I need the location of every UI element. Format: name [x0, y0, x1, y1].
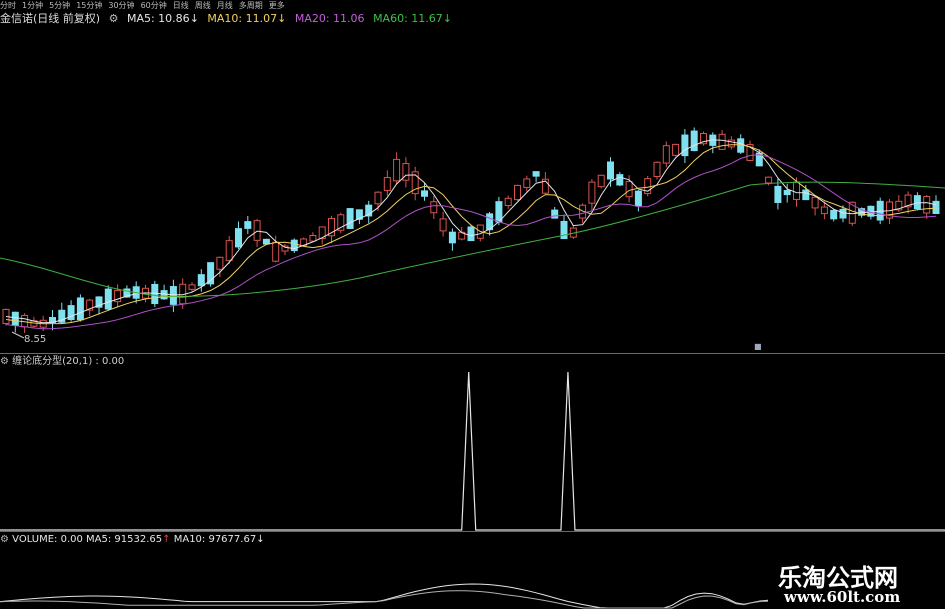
candle-body [104, 288, 112, 310]
candle-body [244, 221, 252, 229]
candle-body [662, 145, 670, 164]
candle-body [393, 158, 401, 182]
candle-body [439, 218, 447, 232]
fractal-signal-line [0, 371, 945, 531]
candle-body [625, 181, 633, 198]
candle-body [923, 196, 931, 214]
candle-body [607, 161, 614, 180]
candle-body [188, 284, 196, 290]
low-marker-line [11, 331, 25, 339]
candle-body [774, 185, 782, 203]
candle-body [597, 174, 605, 188]
candle-body [504, 197, 512, 207]
candle-body [272, 241, 280, 262]
candle-body [523, 178, 531, 188]
candle-body [169, 286, 177, 305]
candle-body [448, 231, 456, 244]
candle-body [253, 220, 261, 241]
fractal-indicator-chart[interactable] [0, 352, 945, 532]
candle-body [588, 181, 596, 204]
candle-body [309, 234, 317, 242]
candle-body [151, 283, 159, 305]
candle-body [690, 130, 698, 152]
candle-body [672, 143, 680, 156]
candle-body [383, 177, 391, 192]
candle-body [76, 297, 84, 321]
candle-body [11, 311, 19, 326]
candle-body [374, 191, 382, 205]
candle-body [216, 256, 224, 270]
candle-body [197, 274, 205, 287]
candle-body [262, 238, 270, 245]
event-marker-icon: ■ [754, 342, 762, 350]
candle-body [765, 176, 773, 184]
candle-body [830, 209, 838, 220]
candle-body [421, 190, 428, 197]
candle-body [551, 209, 559, 219]
candle-body [634, 190, 642, 207]
candle-body [839, 208, 847, 219]
candle-body [430, 201, 438, 214]
candle-body [820, 206, 828, 215]
candle-body [913, 195, 921, 210]
candle-body [514, 184, 521, 201]
candle-body [532, 171, 540, 177]
candle-body [783, 190, 791, 196]
low-price-label: 8.55 [24, 334, 46, 345]
watermark-url: www.60lt.com [784, 588, 901, 606]
candle-body [467, 226, 475, 242]
candle-body [346, 208, 354, 229]
candle-body [811, 196, 819, 209]
candle-body [802, 189, 810, 201]
candle-body [160, 290, 168, 300]
candle-body [235, 228, 242, 248]
candle-body [616, 174, 624, 186]
candle-body [681, 134, 689, 157]
candle-body [225, 240, 233, 261]
candle-body [793, 181, 800, 200]
candle-body [932, 200, 940, 215]
candle-body [653, 161, 661, 178]
candle-body [876, 200, 884, 221]
candlestick-chart[interactable]: 8.55 ■ [0, 0, 945, 350]
candle-body [718, 133, 726, 150]
